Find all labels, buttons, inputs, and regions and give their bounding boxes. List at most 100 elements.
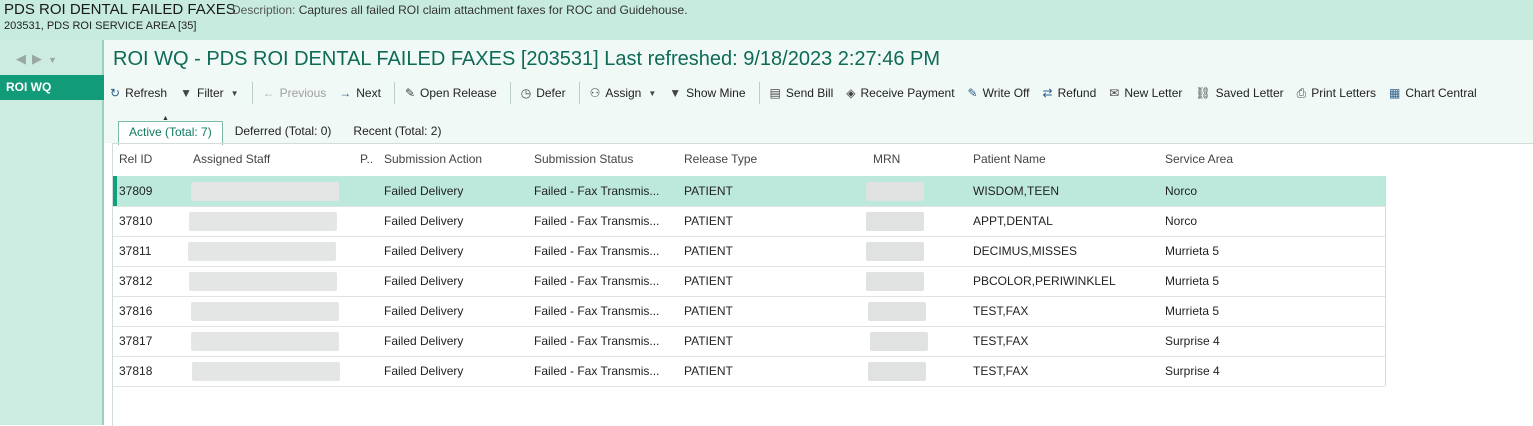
service-area-cell: Surprise 4 [1165,334,1220,348]
column-header-mrn[interactable]: MRN [873,144,900,175]
right-arrow-icon: → [339,86,352,100]
redacted-mrn [866,242,924,261]
workqueue-name: PDS ROI DENTAL FAILED FAXES [4,1,236,18]
toolbar-separator [251,82,253,104]
table-row[interactable]: 37817 Failed Delivery Failed - Fax Trans… [113,326,1385,357]
refund-button[interactable]: ⇄ Refund [1043,86,1097,100]
submission-action-cell: Failed Delivery [384,214,464,228]
redacted-staff [188,242,336,261]
rel-id-cell: 37816 [119,304,153,318]
toolbar-separator [758,82,760,104]
print-letters-button[interactable]: ⎙ Print Letters [1297,86,1376,101]
table-row[interactable]: 37816 Failed Delivery Failed - Fax Trans… [113,296,1385,327]
patient-name-cell: APPT,DENTAL [973,214,1053,228]
column-header-assigned-staff[interactable]: Assigned Staff [193,144,270,175]
pencil-icon: ✎ [404,86,416,100]
column-header-release-type[interactable]: Release Type [684,144,757,175]
rel-id-cell: 37809 [119,184,153,198]
submission-status-cell: Failed - Fax Transmis... [534,304,660,318]
submission-status-cell: Failed - Fax Transmis... [534,334,660,348]
submission-action-cell: Failed Delivery [384,244,464,258]
print-letter-icon: ⎙ [1296,85,1307,100]
open-release-button[interactable]: ✎ Open Release [405,86,497,100]
filter-button[interactable]: ▼ Filter ▼ [180,86,238,100]
workqueue-header: PDS ROI DENTAL FAILED FAXES Description:… [0,0,1533,40]
history-nav: ◀▶▼ [16,51,63,67]
workqueue-subtitle: 203531, PDS ROI SERVICE AREA [35] [4,20,197,32]
receive-payment-button[interactable]: ◈ Receive Payment [846,86,954,100]
calendar-icon: ▦ [1388,86,1401,100]
release-type-cell: PATIENT [684,304,733,318]
write-off-button[interactable]: ✎ Write Off [968,86,1030,100]
next-button[interactable]: → Next [339,86,381,100]
chevron-down-icon[interactable]: ▼ [48,55,63,65]
rel-id-cell: 37812 [119,274,153,288]
envelope-icon: ✉ [1109,86,1120,100]
new-letter-button[interactable]: ✉ New Letter [1109,86,1182,100]
forward-arrow-icon[interactable]: ▶ [32,51,48,66]
redacted-mrn [866,272,924,291]
saved-letter-button[interactable]: ⛓ Saved Letter [1195,86,1283,100]
release-type-cell: PATIENT [684,274,733,288]
rel-id-cell: 37811 [119,244,152,258]
patient-name-cell: TEST,FAX [973,334,1029,348]
description-text: Captures all failed ROI claim attachment… [298,3,688,17]
chart-central-button[interactable]: ▦ Chart Central [1389,86,1477,100]
submission-action-cell: Failed Delivery [384,334,464,348]
tab-recent[interactable]: Recent (Total: 2) [343,121,451,143]
sidebar-item-roi-wq[interactable]: ROI WQ [0,75,114,100]
submission-action-cell: Failed Delivery [384,364,464,378]
tab-deferred[interactable]: Deferred (Total: 0) [225,121,342,143]
rel-id-cell: 37817 [119,334,153,348]
column-header-service-area[interactable]: Service Area [1165,144,1233,175]
send-bill-button[interactable]: ▤ Send Bill [770,86,834,100]
back-arrow-icon[interactable]: ◀ [16,51,32,66]
redacted-mrn [868,302,926,321]
previous-button[interactable]: ← Previous [263,86,327,100]
table-row[interactable]: 37818 Failed Delivery Failed - Fax Trans… [113,356,1385,387]
refresh-button[interactable]: ↻ Refresh [110,86,167,100]
workqueue-description: Description: Captures all failed ROI cla… [232,3,688,17]
table-row[interactable]: 37811 Failed Delivery Failed - Fax Trans… [113,236,1385,267]
show-mine-button[interactable]: ▼ Show Mine [669,86,745,100]
refresh-icon: ↻ [110,86,121,100]
main-panel: ROI WQ - PDS ROI DENTAL FAILED FAXES [20… [104,40,1533,426]
defer-button[interactable]: ◷ Defer [521,86,566,100]
table-row[interactable]: 37812 Failed Delivery Failed - Fax Trans… [113,266,1385,297]
column-header-patient-name[interactable]: Patient Name [973,144,1046,175]
chevron-down-icon[interactable]: ▼ [648,89,656,98]
write-off-icon: ✎ [967,86,978,100]
column-header-submission-status[interactable]: Submission Status [534,144,633,175]
activity-sidebar: ◀▶▼ ROI WQ [0,40,114,425]
table-row[interactable]: 37809 Failed Delivery Failed - Fax Trans… [113,176,1385,207]
assign-button[interactable]: ⚇ Assign ▼ [590,86,657,100]
column-header-submission-action[interactable]: Submission Action [384,144,482,175]
redacted-mrn [868,362,926,381]
table-row[interactable]: 37810 Failed Delivery Failed - Fax Trans… [113,206,1385,237]
users-icon: ⚇ [589,86,601,100]
redacted-staff [189,212,337,231]
service-area-cell: Murrieta 5 [1165,304,1220,318]
redacted-mrn [866,212,924,231]
redacted-staff [189,272,337,291]
toolbar-separator [578,82,580,104]
bill-icon: ▤ [769,86,781,100]
page-title: ROI WQ - PDS ROI DENTAL FAILED FAXES [20… [113,48,941,70]
tab-active[interactable]: ▲ Active (Total: 7) [118,115,223,145]
chevron-down-icon[interactable]: ▼ [231,89,239,98]
release-type-cell: PATIENT [684,244,733,258]
toolbar: ↻ Refresh ▼ Filter ▼ ← Previous → Next ✎ Open … [110,82,1490,104]
submission-status-cell: Failed - Fax Transmis... [534,244,660,258]
left-arrow-icon: ← [262,86,275,100]
submission-status-cell: Failed - Fax Transmis... [534,214,660,228]
description-label: Description: [232,3,296,17]
submission-action-cell: Failed Delivery [384,304,464,318]
column-header-rel-id[interactable]: Rel ID [119,144,152,175]
coins-icon: ◈ [846,86,856,100]
submission-status-cell: Failed - Fax Transmis... [534,274,660,288]
service-area-cell: Murrieta 5 [1165,244,1220,258]
redacted-staff [191,182,339,201]
grid-border [1385,176,1386,386]
rel-id-cell: 37818 [119,364,153,378]
column-header-p[interactable]: P.. [360,144,373,175]
